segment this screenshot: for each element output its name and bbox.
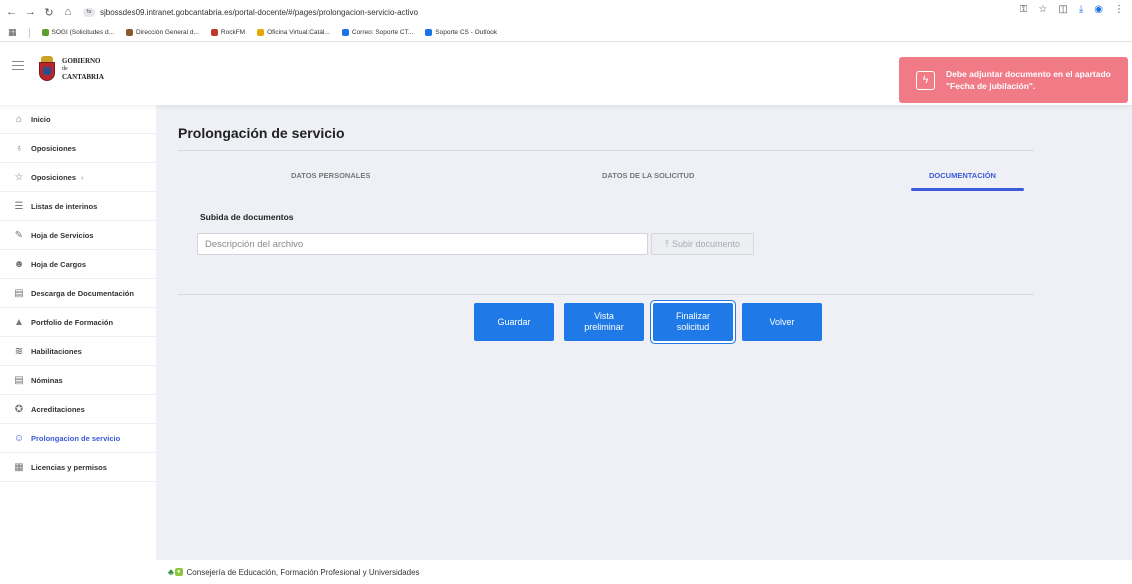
page-title: Prolongación de servicio <box>178 125 345 141</box>
site-info-icon[interactable]: ⇆ <box>83 7 95 17</box>
sidebar-item-acreditaciones[interactable]: ✪ Acreditaciones <box>0 395 156 424</box>
bookmark-item[interactable]: Correo: Soporte CT... <box>341 29 413 36</box>
tree-icon: ♣ <box>168 567 174 577</box>
star-icon: ☆ <box>14 171 24 183</box>
list-icon: ☰ <box>14 200 24 212</box>
extensions-icon[interactable]: ◫ <box>1058 4 1067 15</box>
chevron-left-icon: ‹ <box>81 172 84 182</box>
download-icon[interactable]: ⤓ <box>1079 4 1083 15</box>
lightning-icon: ϟ <box>916 70 935 90</box>
sidebar-item-nominas[interactable]: ▤ Nóminas <box>0 366 156 395</box>
award-icon: ♁ <box>15 142 23 154</box>
tab-datos-solicitud[interactable]: DATOS DE LA SOLICITUD <box>602 171 694 180</box>
upload-document-button[interactable]: ⤒ Subir documento <box>651 233 754 255</box>
bookmark-item[interactable]: Soporte CS - Outlook <box>425 29 497 36</box>
bookmark-item[interactable]: RockFM <box>210 29 245 36</box>
bookmarks-bar: ▦ SOGI (Solicitudes d... Dirección Gener… <box>0 24 1132 42</box>
consejeria-logo: ♣ ● <box>168 567 183 577</box>
bookmark-item[interactable]: SOGI (Solicitudes d... <box>41 29 114 36</box>
coat-of-arms-icon <box>38 56 56 82</box>
bookmarks-separator <box>28 27 30 38</box>
sidebar-item-oposiciones-submenu[interactable]: ☆ Oposiciones ‹ <box>0 163 156 192</box>
calendar-icon: ▦ <box>14 461 24 473</box>
save-button[interactable]: Guardar <box>474 303 554 341</box>
sidebar-item-portfolio-formacion[interactable]: ▲ Portfolio de Formación <box>0 308 156 337</box>
layers-icon: ≋ <box>14 345 24 357</box>
bookmark-favicon-icon <box>210 29 218 36</box>
sidebar-item-listas-interinos[interactable]: ☰ Listas de interinos <box>0 192 156 221</box>
sidebar-item-oposiciones[interactable]: ♁ Oposiciones <box>0 134 156 163</box>
document-icon: ▤ <box>14 374 24 386</box>
medal-icon: ✪ <box>14 403 24 415</box>
hamburger-menu-icon[interactable] <box>12 61 24 73</box>
bookmark-favicon-icon <box>341 29 349 36</box>
tab-documentacion[interactable]: DOCUMENTACIÓN <box>929 171 996 180</box>
document-icon: ▤ <box>14 287 24 299</box>
address-bar[interactable]: ⇆ sjbossdes09.intranet.gobcantabria.es/p… <box>83 4 903 21</box>
main-content: Prolongación de servicio DATOS PERSONALE… <box>156 105 1132 584</box>
upload-section-label: Subida de documentos <box>200 212 294 222</box>
bookmark-star-icon[interactable]: ☆ <box>1038 4 1047 15</box>
file-description-input[interactable] <box>197 233 648 255</box>
footer: ♣ ● Consejería de Educación, Formación Pr… <box>156 560 1132 584</box>
reload-icon[interactable]: ↻ <box>44 6 54 19</box>
preview-button[interactable]: Vista preliminar <box>564 303 644 341</box>
tab-datos-personales[interactable]: DATOS PERSONALES <box>291 171 370 180</box>
back-button[interactable]: Volver <box>742 303 822 341</box>
sidebar: ⌂ Inicio ♁ Oposiciones ☆ Oposiciones ‹ ☰ List… <box>0 105 156 584</box>
bookmark-favicon-icon <box>257 29 265 36</box>
section-divider <box>178 294 1034 295</box>
sidebar-item-licencias-permisos[interactable]: ▦ Licencias y permisos <box>0 453 156 482</box>
footer-text: Consejería de Educación, Formación Profe… <box>186 567 420 577</box>
browser-toolbar: ← → ↻ ⌂ ⇆ sjbossdes09.intranet.gobcantab… <box>0 0 1132 24</box>
bookmark-item[interactable]: Dirección General d... <box>126 29 199 36</box>
sidebar-item-hoja-cargos[interactable]: ☻ Hoja de Cargos <box>0 250 156 279</box>
menu-dots-icon[interactable]: ⋮ <box>1114 4 1124 15</box>
sidebar-item-hoja-servicios[interactable]: ✎ Hoja de Servicios <box>0 221 156 250</box>
bookmark-favicon-icon <box>425 29 433 36</box>
graduation-cap-icon: ▲ <box>14 316 24 328</box>
user-plus-icon: ☺ <box>13 432 25 444</box>
active-tab-indicator <box>911 188 1024 191</box>
user-group-icon: ☻ <box>13 258 25 270</box>
forward-arrow-icon[interactable]: → <box>25 6 36 18</box>
error-toast[interactable]: ϟ Debe adjuntar documento en el apartado… <box>899 57 1128 103</box>
bookmark-favicon-icon <box>126 29 134 36</box>
finish-request-button[interactable]: Finalizar solicitud <box>653 303 733 341</box>
key-icon[interactable]: ⚿ <box>1020 4 1028 15</box>
edu-badge-icon: ● <box>174 568 183 576</box>
sidebar-item-prolongacion-servicio[interactable]: ☺ Prolongacion de servicio <box>0 424 156 453</box>
upload-icon: ⤒ <box>664 238 669 249</box>
logo-text: GOBIERNO de CANTABRIA <box>62 57 104 81</box>
profile-icon[interactable]: ◉ <box>1094 4 1103 15</box>
bookmark-item[interactable]: Oficina Virtual:Catál... <box>257 29 330 36</box>
home-icon: ⌂ <box>15 113 23 125</box>
sidebar-item-habilitaciones[interactable]: ≋ Habilitaciones <box>0 337 156 366</box>
url-text: sjbossdes09.intranet.gobcantabria.es/por… <box>100 7 418 17</box>
home-icon[interactable]: ⌂ <box>63 6 73 18</box>
sidebar-item-descarga-documentacion[interactable]: ▤ Descarga de Documentación <box>0 279 156 308</box>
bookmark-favicon-icon <box>41 29 49 36</box>
sidebar-item-inicio[interactable]: ⌂ Inicio <box>0 105 156 134</box>
toast-message: Debe adjuntar documento en el apartado "… <box>946 69 1111 91</box>
gobierno-cantabria-logo[interactable]: GOBIERNO de CANTABRIA <box>38 56 104 82</box>
back-arrow-icon[interactable]: ← <box>6 6 17 18</box>
title-divider <box>178 150 1034 151</box>
apps-grid-icon[interactable]: ▦ <box>8 27 17 38</box>
wrench-icon: ✎ <box>14 229 24 241</box>
